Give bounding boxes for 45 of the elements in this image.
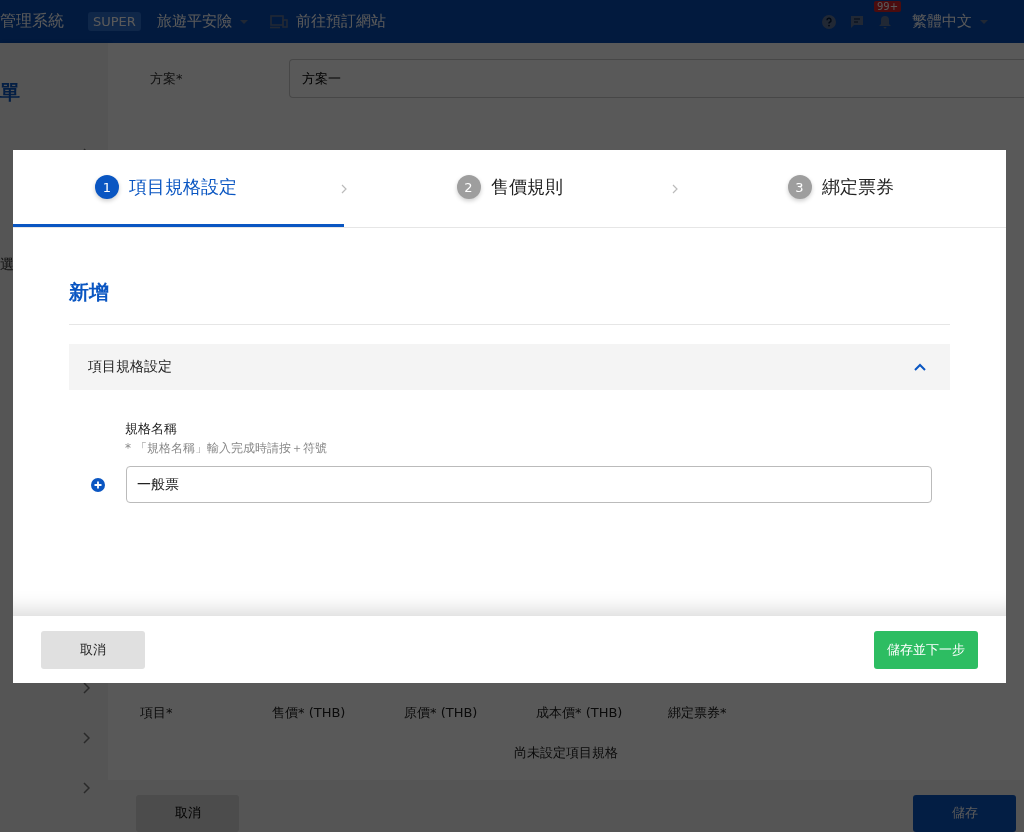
column-header: 售價* (THB) — [272, 704, 347, 722]
step-tab[interactable]: 3 綁定票券 — [675, 150, 1006, 227]
dialog-title: 新增 — [69, 228, 950, 325]
spec-name-field[interactable]: 一般票 — [126, 466, 932, 503]
bell-icon[interactable] — [878, 14, 892, 29]
chevron-icon[interactable] — [82, 682, 90, 694]
caret-icon — [980, 19, 988, 24]
column-header: 綁定票券* — [668, 704, 728, 722]
app-title: 管理系統 — [0, 11, 64, 32]
section-header[interactable]: 項目規格設定 — [69, 344, 950, 390]
sidebar-heading: 單 — [0, 79, 20, 106]
section-title: 項目規格設定 — [88, 358, 172, 376]
devices-icon — [269, 14, 288, 29]
product-dropdown[interactable]: 旅遊平安險 — [150, 12, 254, 31]
sidebar-label: 選 — [0, 256, 14, 274]
chevron-icon — [341, 183, 347, 194]
column-header: 原價* (THB) — [404, 704, 479, 722]
chevron-icon — [672, 183, 678, 194]
column-header: 成本價* (THB) — [536, 704, 624, 722]
step-label: 售價規則 — [490, 175, 563, 199]
empty-message: 尚未設定項目規格 — [513, 744, 619, 762]
step-label: 綁定票券 — [821, 175, 894, 199]
step-label: 項目規格設定 — [129, 175, 237, 199]
chevron-up-icon — [914, 363, 926, 371]
help-icon[interactable] — [822, 14, 836, 29]
step-number: 1 — [95, 175, 119, 199]
language-dropdown[interactable]: 繁體中文 — [906, 12, 994, 31]
step-tab[interactable]: 1 項目規格設定 — [13, 150, 344, 227]
cancel-button[interactable]: 取消 — [41, 630, 145, 669]
step-tab[interactable]: 2 售價規則 — [344, 150, 675, 227]
caret-icon — [239, 19, 248, 24]
cancel-button[interactable]: 取消 — [136, 794, 239, 832]
field-label: 規格名稱 — [124, 420, 178, 438]
plus-icon[interactable] — [91, 477, 105, 492]
field-hint: * 「規格名稱」輸入完成時請按＋符號 — [124, 440, 328, 457]
save-button[interactable]: 儲存 — [913, 794, 1016, 832]
field-label: 方案* — [149, 69, 184, 88]
step-number: 3 — [787, 175, 812, 199]
notification-badge: 99+ — [874, 0, 902, 12]
message-icon[interactable] — [850, 14, 864, 29]
site-link[interactable]: 前往預訂網站 — [263, 12, 392, 31]
step-number: 2 — [456, 175, 481, 199]
save-next-button[interactable]: 儲存並下一步 — [874, 630, 978, 669]
column-header: 項目* — [140, 704, 174, 722]
plan-badge: SUPER — [88, 12, 141, 31]
